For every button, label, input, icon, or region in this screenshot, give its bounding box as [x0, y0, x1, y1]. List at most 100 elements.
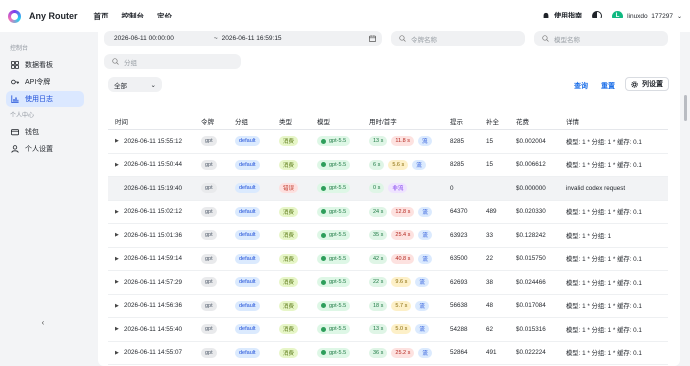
cell-cost: $0.015316: [516, 325, 546, 333]
calendar-icon: [369, 35, 376, 42]
cell-detail: 模型: 1 * 分组: 1 * 缓存: 0.1: [566, 209, 642, 217]
model-tag[interactable]: gpt-5.5: [317, 324, 351, 335]
table-row[interactable]: ▶ 2026-06-11 14:59:14 gpt default 消费 gpt-5.5 4…: [108, 248, 668, 271]
start-time-value: 2026-06-11 00:00:00: [114, 35, 174, 42]
model-tag[interactable]: gpt-5.5: [317, 206, 351, 217]
expand-row-icon[interactable]: ▶: [115, 350, 124, 356]
cell-detail: 模型: 1 * 分组: 1 * 缓存: 0.1: [566, 350, 642, 358]
table-row[interactable]: ▶ 2026-06-11 15:01:36 gpt default 消费 gpt-5.5 3…: [108, 224, 668, 248]
duration-tag: 24 s: [369, 206, 388, 217]
model-name: gpt-5.5: [329, 232, 347, 239]
model-tag[interactable]: gpt-5.5: [317, 136, 351, 147]
expand-row-icon[interactable]: ▶: [115, 279, 124, 285]
first-token-tag: 25.4 s: [391, 230, 415, 241]
cell-completion: 33: [486, 231, 494, 239]
duration-tag: 13 s: [369, 324, 388, 335]
duration-tag: 42 s: [369, 253, 388, 264]
table-row[interactable]: ▶ 2026-06-11 14:56:36 gpt default 消费 gpt-5.5 1…: [108, 295, 668, 318]
token-tag: gpt: [201, 206, 217, 217]
stream-tag: 流: [415, 300, 429, 311]
main-panel: 2026-06-11 00:00:00 ~ 2026-06-11 16:59:1…: [98, 18, 680, 366]
model-dot-icon: [321, 279, 326, 285]
cell-time: 2026-06-11 15:50:44: [124, 161, 183, 169]
expand-row-icon[interactable]: ▶: [115, 303, 124, 309]
model-dot-icon: [321, 303, 326, 309]
table-row[interactable]: ▶ 2026-06-11 14:55:40 gpt default 消费 gpt-5.5 1…: [108, 318, 668, 342]
collapse-sidebar-icon[interactable]: ‹: [37, 316, 49, 328]
group-tag: default: [235, 183, 260, 194]
stream-tag: 流: [412, 159, 426, 170]
table-row[interactable]: 2026-06-11 15:19:40 gpt default 错误 gpt-5.5 0 …: [108, 177, 668, 201]
cell-prompt: 64370: [450, 208, 468, 216]
cell-time: 2026-06-11 14:57:29: [124, 278, 183, 286]
group-tag: default: [235, 159, 260, 170]
cell-cost: $0.006612: [516, 161, 546, 169]
user-icon: [11, 145, 19, 153]
expand-row-icon[interactable]: ▶: [115, 209, 124, 215]
stream-tag: 流: [418, 253, 432, 264]
cell-cost: $0.022224: [516, 349, 546, 357]
model-name-input[interactable]: 模型名称: [534, 31, 668, 46]
table-row[interactable]: ▶ 2026-06-11 14:55:07 gpt default 消费 gpt-5.5 3…: [108, 342, 668, 365]
token-tag: gpt: [201, 183, 217, 194]
sidebar: 控制台 数据看板 API令牌 使用日志 个人中心 钱包 个人设置 ‹: [0, 32, 90, 366]
sidebar-item-api-tokens[interactable]: API令牌: [6, 74, 84, 90]
model-dot-icon: [321, 350, 326, 356]
sidebar-item-usage-logs[interactable]: 使用日志: [6, 91, 84, 107]
group-tag: default: [235, 253, 260, 264]
col-time[interactable]: 时间: [108, 116, 201, 126]
token-name-placeholder: 令牌名称: [411, 36, 437, 44]
table-row[interactable]: ▶ 2026-06-11 15:02:12 gpt default 消费 gpt-5.5 2…: [108, 201, 668, 224]
cell-completion: 22: [486, 255, 494, 263]
model-tag[interactable]: gpt-5.5: [317, 159, 351, 170]
logo-icon[interactable]: [8, 9, 21, 23]
table-row[interactable]: ▶ 2026-06-11 14:57:29 gpt default 消费 gpt-5.5 2…: [108, 271, 668, 295]
model-tag[interactable]: gpt-5.5: [317, 253, 351, 264]
table-row[interactable]: ▶ 2026-06-11 15:55:12 gpt default 消费 gpt-5.5 1…: [108, 130, 668, 154]
col-cost: 花费: [516, 118, 529, 126]
date-range-picker[interactable]: 2026-06-11 00:00:00 ~ 2026-06-11 16:59:1…: [104, 31, 382, 46]
sidebar-item-dashboard[interactable]: 数据看板: [6, 57, 84, 73]
reset-button[interactable]: 重置: [601, 81, 615, 91]
page-scrollbar[interactable]: [684, 95, 687, 121]
cell-completion: 15: [486, 137, 494, 145]
col-type: 类型: [279, 118, 292, 126]
sidebar-item-wallet[interactable]: 钱包: [6, 124, 84, 140]
search-icon: [399, 35, 406, 42]
model-tag[interactable]: gpt-5.5: [317, 230, 351, 241]
token-name-input[interactable]: 令牌名称: [391, 31, 525, 46]
model-tag[interactable]: gpt-5.5: [317, 183, 351, 194]
cell-cost: $0.020330: [516, 208, 546, 216]
model-tag[interactable]: gpt-5.5: [317, 347, 351, 358]
cell-detail: 模型: 1 * 分组: 1: [566, 232, 612, 240]
model-dot-icon: [321, 326, 326, 332]
cell-prompt: 0: [450, 184, 454, 192]
app-title[interactable]: Any Router: [29, 11, 78, 21]
model-name: gpt-5.5: [329, 255, 347, 262]
model-name: gpt-5.5: [329, 302, 347, 309]
sidebar-item-settings[interactable]: 个人设置: [6, 141, 84, 157]
type-tag: 消费: [279, 277, 299, 288]
column-settings-button[interactable]: 列设置: [625, 77, 669, 91]
expand-row-icon[interactable]: ▶: [115, 138, 124, 144]
expand-row-icon[interactable]: ▶: [115, 232, 124, 238]
expand-row-icon[interactable]: ▶: [115, 162, 124, 168]
group-placeholder: 分组: [124, 59, 137, 67]
chart-bar-icon: [11, 95, 19, 103]
cell-cost: $0.002004: [516, 137, 546, 145]
expand-row-icon[interactable]: ▶: [115, 256, 124, 262]
cell-time: 2026-06-11 14:56:36: [124, 302, 183, 310]
model-tag[interactable]: gpt-5.5: [317, 300, 351, 311]
query-button[interactable]: 查询: [574, 81, 588, 91]
table-row[interactable]: ▶ 2026-06-11 15:50:44 gpt default 消费 gpt-5.5 6…: [108, 154, 668, 177]
col-completion: 补全: [486, 118, 499, 126]
first-token-tag: 9.6 s: [391, 277, 412, 288]
model-tag[interactable]: gpt-5.5: [317, 277, 351, 288]
expand-row-icon[interactable]: ▶: [115, 326, 124, 332]
log-type-select[interactable]: 全部 ⌄: [108, 77, 162, 92]
cell-time: 2026-06-11 14:55:07: [124, 349, 183, 357]
group-input[interactable]: 分组: [104, 54, 241, 69]
column-settings-label: 列设置: [642, 81, 663, 88]
model-dot-icon: [321, 138, 326, 144]
type-tag: 消费: [279, 136, 299, 147]
